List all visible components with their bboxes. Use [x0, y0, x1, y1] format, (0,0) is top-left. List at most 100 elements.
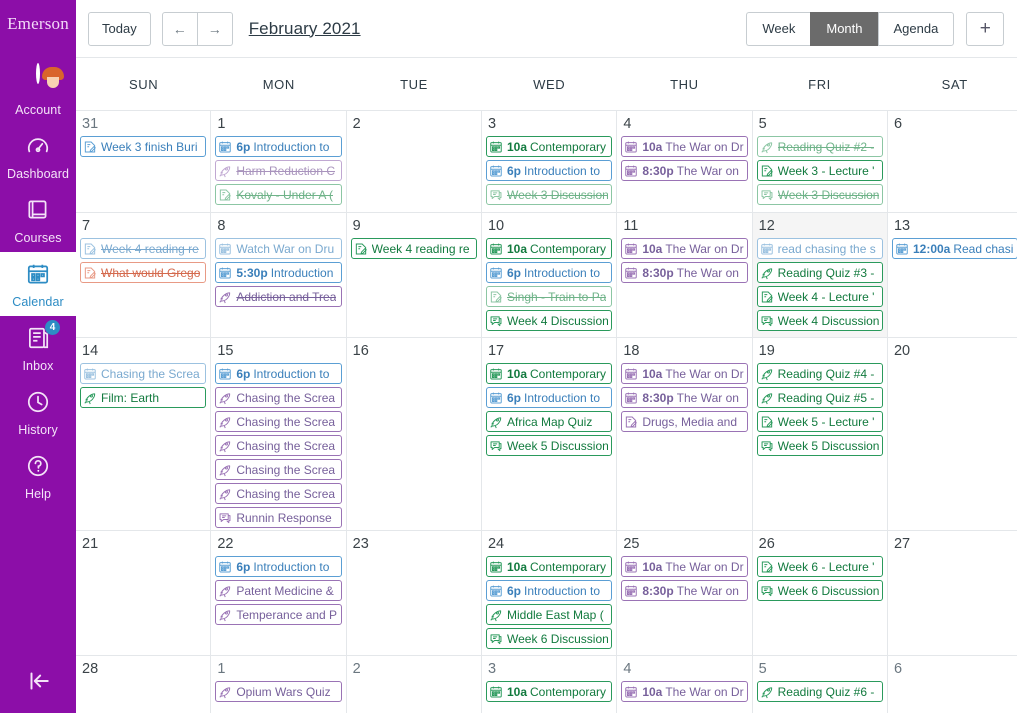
calendar-event[interactable]: 8:30p The War on — [621, 387, 748, 408]
today-button[interactable]: Today — [88, 11, 151, 46]
global-nav-item-inbox[interactable]: 4 Inbox — [0, 316, 76, 380]
calendar-event[interactable]: 6p Introduction to — [215, 556, 342, 577]
calendar-day-cell[interactable]: 2 — [347, 111, 482, 212]
global-nav-item-dashboard[interactable]: Dashboard — [0, 124, 76, 188]
calendar-day-cell[interactable]: 7 Week 4 reading re What would Grego — [76, 213, 212, 337]
calendar-event[interactable]: Week 3 finish Buri — [80, 136, 207, 157]
calendar-day-cell[interactable]: 4 10a The War on Dr 8:30p The War on — [617, 111, 753, 212]
calendar-event[interactable]: 6p Introduction to — [215, 363, 342, 384]
calendar-day-cell[interactable]: 11 10a The War on Dr 8:30p The War on — [617, 213, 753, 337]
calendar-event[interactable]: Week 5 Discussion — [485, 435, 613, 456]
calendar-event[interactable]: 12:00a Read chasin — [891, 238, 1017, 259]
calendar-day-cell[interactable]: 31 Week 3 finish Buri — [76, 111, 212, 212]
calendar-day-cell[interactable]: 25 10a The War on Dr 8:30p The War on — [617, 531, 753, 655]
calendar-day-cell[interactable]: 27 — [888, 531, 1017, 655]
calendar-event[interactable]: Week 3 Discussion — [485, 184, 613, 205]
add-event-button[interactable]: + — [966, 11, 1005, 46]
calendar-day-cell[interactable]: 9 Week 4 reading re — [347, 213, 482, 337]
calendar-event[interactable]: 6p Introduction to — [215, 136, 342, 157]
calendar-event[interactable]: Reading Quiz #4 - — [756, 363, 883, 384]
view-button-agenda[interactable]: Agenda — [877, 11, 955, 46]
calendar-event[interactable]: 8:30p The War on — [621, 580, 748, 601]
global-nav-item-history[interactable]: History — [0, 380, 76, 444]
calendar-event[interactable]: 6p Introduction to — [485, 160, 613, 181]
calendar-event[interactable]: Week 4 reading re — [350, 238, 477, 259]
calendar-day-cell[interactable]: 1 6p Introduction to Harm Reduction C Kovaly… — [211, 111, 347, 212]
calendar-event[interactable]: Film: Earth — [80, 387, 207, 408]
calendar-event[interactable]: 6p Introduction to — [485, 262, 613, 283]
calendar-event[interactable]: 8:30p The War on — [621, 160, 748, 181]
calendar-day-cell[interactable]: 8 Watch War on Dru 5:30p Introduction Addict… — [211, 213, 347, 337]
calendar-day-cell[interactable]: 21 — [76, 531, 212, 655]
calendar-event[interactable]: 8:30p The War on — [621, 262, 748, 283]
global-nav-item-courses[interactable]: Courses — [0, 188, 76, 252]
calendar-event[interactable]: Reading Quiz #6 - — [756, 681, 883, 702]
calendar-event[interactable]: read chasing the s — [756, 238, 883, 259]
calendar-day-cell[interactable]: 14 Chasing the Screa Film: Earth — [76, 338, 212, 530]
global-nav-item-help[interactable]: Help — [0, 444, 76, 508]
calendar-day-cell[interactable]: 28 — [76, 656, 212, 713]
calendar-event[interactable]: Kovaly - Under A ( — [215, 184, 342, 205]
calendar-day-cell[interactable]: 1 Opium Wars Quiz — [211, 656, 347, 713]
calendar-day-cell[interactable]: 23 — [347, 531, 482, 655]
calendar-event[interactable]: 6p Introduction to — [485, 580, 613, 601]
calendar-event[interactable]: 10a The War on Dr — [621, 556, 748, 577]
calendar-event[interactable]: Reading Quiz #2 - — [756, 136, 883, 157]
calendar-day-cell[interactable]: 12 read chasing the s Reading Quiz #3 - Wee… — [752, 213, 888, 337]
calendar-day-cell[interactable]: 26 Week 6 - Lecture ' Week 6 Discussion — [753, 531, 888, 655]
calendar-event[interactable]: 10a Contemporary — [485, 556, 613, 577]
view-button-week[interactable]: Week — [746, 11, 811, 46]
calendar-event[interactable]: Week 4 Discussion — [485, 310, 613, 331]
calendar-event[interactable]: Reading Quiz #5 - — [756, 387, 883, 408]
calendar-event[interactable]: Week 5 Discussion — [756, 435, 883, 456]
calendar-day-cell[interactable]: 16 — [347, 338, 482, 530]
calendar-event[interactable]: Chasing the Screa — [215, 435, 342, 456]
calendar-event[interactable]: Week 6 - Lecture ' — [756, 556, 883, 577]
collapse-navigation-button[interactable] — [0, 668, 76, 699]
calendar-event[interactable]: Opium Wars Quiz — [215, 681, 342, 702]
calendar-event[interactable]: Drugs, Media and — [621, 411, 748, 432]
calendar-event[interactable]: Week 4 reading re — [80, 238, 207, 259]
calendar-event[interactable]: 10a Contemporary — [485, 681, 613, 702]
calendar-event[interactable]: 10a Contemporary — [485, 136, 613, 157]
current-period-label[interactable]: February 2021 — [249, 19, 361, 39]
calendar-event[interactable]: Chasing the Screa — [215, 459, 342, 480]
calendar-day-cell[interactable]: 5 Reading Quiz #6 - — [753, 656, 888, 713]
calendar-event[interactable]: What would Grego — [80, 262, 207, 283]
calendar-event[interactable]: Chasing the Screa — [215, 411, 342, 432]
calendar-event[interactable]: Chasing the Screa — [80, 363, 207, 384]
calendar-event[interactable]: Singh - Train to Pa — [485, 286, 613, 307]
calendar-event[interactable]: 10a Contemporary — [485, 363, 613, 384]
calendar-day-cell[interactable]: 6 — [888, 111, 1017, 212]
calendar-event[interactable]: Chasing the Screa — [215, 483, 342, 504]
calendar-event[interactable]: Week 4 - Lecture ' — [756, 286, 883, 307]
calendar-event[interactable]: Africa Map Quiz — [485, 411, 613, 432]
calendar-event[interactable]: Week 3 - Lecture ' — [756, 160, 883, 181]
calendar-day-cell[interactable]: 15 6p Introduction to Chasing the Screa Chas… — [211, 338, 347, 530]
calendar-event[interactable]: Week 6 Discussion — [756, 580, 883, 601]
calendar-event[interactable]: Reading Quiz #3 - — [756, 262, 883, 283]
calendar-event[interactable]: Chasing the Screa — [215, 387, 342, 408]
calendar-day-cell[interactable]: 13 12:00a Read chasin — [888, 213, 1017, 337]
previous-month-button[interactable]: ← — [161, 11, 198, 46]
calendar-event[interactable]: 10a The War on Dr — [621, 136, 748, 157]
calendar-day-cell[interactable]: 6 — [888, 656, 1017, 713]
calendar-day-cell[interactable]: 22 6p Introduction to Patent Medicine & Temp… — [211, 531, 347, 655]
calendar-day-cell[interactable]: 18 10a The War on Dr 8:30p The War on Drugs, … — [617, 338, 753, 530]
calendar-day-cell[interactable]: 19 Reading Quiz #4 - Reading Quiz #5 - Week… — [753, 338, 888, 530]
calendar-event[interactable]: Harm Reduction C — [215, 160, 342, 181]
calendar-event[interactable]: 5:30p Introduction — [215, 262, 342, 283]
calendar-day-cell[interactable]: 17 10a Contemporary 6p Introduction to Africa… — [482, 338, 618, 530]
calendar-event[interactable]: 10a The War on Dr — [621, 681, 748, 702]
global-nav-item-calendar[interactable]: Calendar — [0, 252, 76, 316]
calendar-day-cell[interactable]: 24 10a Contemporary 6p Introduction to Middle… — [482, 531, 618, 655]
calendar-event[interactable]: Runnin Response — [215, 507, 342, 528]
calendar-event[interactable]: Week 4 Discussion — [756, 310, 883, 331]
calendar-event[interactable]: Watch War on Dru — [215, 238, 342, 259]
calendar-event[interactable]: 10a The War on Dr — [621, 238, 748, 259]
calendar-event[interactable]: Addiction and Trea — [215, 286, 342, 307]
calendar-day-cell[interactable]: 5 Reading Quiz #2 - Week 3 - Lecture ' Week… — [753, 111, 888, 212]
calendar-day-cell[interactable]: 2 — [347, 656, 482, 713]
calendar-day-cell[interactable]: 3 10a Contemporary — [482, 656, 618, 713]
calendar-event[interactable]: Patent Medicine & — [215, 580, 342, 601]
